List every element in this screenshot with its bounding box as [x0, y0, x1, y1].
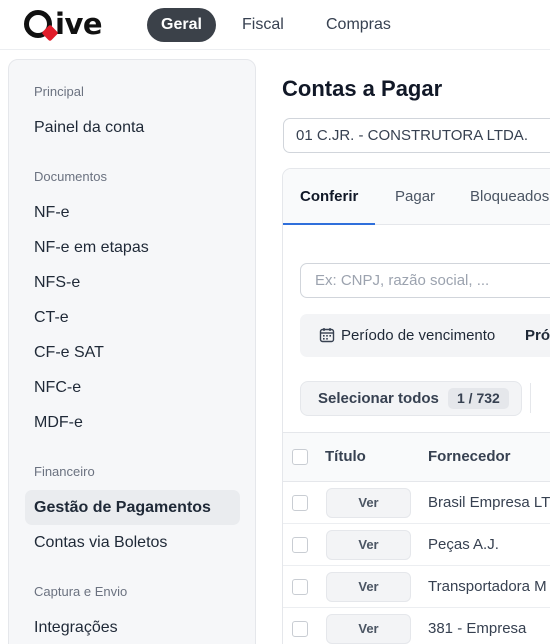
sidebar-item-contas-via-boletos[interactable]: Contas via Boletos: [25, 525, 240, 560]
next-filter-label[interactable]: Pró: [525, 314, 550, 357]
view-button[interactable]: Ver: [326, 572, 411, 602]
sidebar-item-nfce[interactable]: NFC-e: [25, 370, 240, 405]
row-checkbox[interactable]: [292, 621, 308, 637]
sidebar-section-captura-e-envio: Captura e Envio: [34, 584, 128, 599]
column-header-titulo[interactable]: Título: [325, 433, 366, 481]
column-header-fornecedor[interactable]: Fornecedor: [428, 433, 511, 481]
top-tab-compras[interactable]: Compras: [326, 8, 391, 42]
supplier-cell: Transportadora M: [428, 578, 547, 595]
sidebar-item-cfe-sat[interactable]: CF-e SAT: [25, 335, 240, 370]
table-row[interactable]: Ver Peças A.J.: [283, 524, 550, 566]
supplier-cell: 381 - Empresa: [428, 620, 527, 637]
sidebar-item-nfe-em-etapas[interactable]: NF-e em etapas: [25, 230, 240, 265]
sidebar-item-mdfe[interactable]: MDF-e: [25, 405, 240, 440]
table-row[interactable]: Ver Transportadora M: [283, 566, 550, 608]
sidebar-section-principal: Principal: [34, 84, 84, 99]
sidebar-item-nfe[interactable]: NF-e: [25, 195, 240, 230]
view-button[interactable]: Ver: [326, 614, 411, 644]
row-checkbox[interactable]: [292, 537, 308, 553]
top-nav-bar: ive Geral Fiscal Compras: [0, 0, 550, 50]
table-row[interactable]: Ver Brasil Empresa LT: [283, 482, 550, 524]
toolbar-divider: [530, 383, 531, 413]
logo-text: ive: [55, 7, 103, 41]
supplier-cell: Brasil Empresa LT: [428, 494, 550, 511]
supplier-cell: Peças A.J.: [428, 536, 499, 553]
table-header: Título Fornecedor: [283, 432, 550, 482]
row-checkbox[interactable]: [292, 579, 308, 595]
tab-conferir[interactable]: Conferir: [283, 169, 376, 225]
sidebar-section-financeiro: Financeiro: [34, 464, 95, 479]
top-tab-fiscal[interactable]: Fiscal: [242, 8, 284, 42]
view-button[interactable]: Ver: [326, 488, 411, 518]
view-button[interactable]: Ver: [326, 530, 411, 560]
logo-q-mark: [24, 10, 59, 42]
due-date-filter-label: Período de vencimento: [341, 327, 496, 344]
row-checkbox[interactable]: [292, 495, 308, 511]
sidebar-section-documentos: Documentos: [34, 169, 107, 184]
top-tab-geral[interactable]: Geral: [147, 8, 216, 42]
sidebar-item-cte[interactable]: CT-e: [25, 300, 240, 335]
company-select[interactable]: 01 C.JR. - CONSTRUTORA LTDA.: [283, 118, 550, 153]
sidebar: Principal Painel da conta Documentos NF-…: [8, 59, 256, 644]
select-all-label: Selecionar todos: [318, 390, 439, 407]
tab-pagar[interactable]: Pagar: [395, 169, 435, 225]
sidebar-item-gestao-de-pagamentos[interactable]: Gestão de Pagamentos: [25, 490, 240, 525]
page-title: Contas a Pagar: [282, 76, 443, 101]
calendar-icon: [319, 328, 335, 343]
sidebar-item-integracoes[interactable]: Integrações: [25, 610, 240, 644]
select-all-button[interactable]: Selecionar todos 1 / 732: [300, 381, 522, 416]
sidebar-item-nfse[interactable]: NFS-e: [25, 265, 240, 300]
payments-panel: Conferir Pagar Bloqueados Período de ven…: [282, 168, 550, 644]
sidebar-item-painel-da-conta[interactable]: Painel da conta: [25, 110, 240, 145]
header-checkbox[interactable]: [292, 449, 308, 465]
selection-count-badge: 1 / 732: [448, 388, 509, 409]
due-date-filter[interactable]: Período de vencimento Pró: [300, 314, 550, 357]
tab-bloqueados[interactable]: Bloqueados: [470, 169, 549, 225]
qive-logo[interactable]: ive: [24, 6, 103, 42]
table-row[interactable]: Ver 381 - Empresa: [283, 608, 550, 644]
status-tabs: Conferir Pagar Bloqueados: [283, 169, 550, 225]
search-input[interactable]: [300, 263, 550, 298]
